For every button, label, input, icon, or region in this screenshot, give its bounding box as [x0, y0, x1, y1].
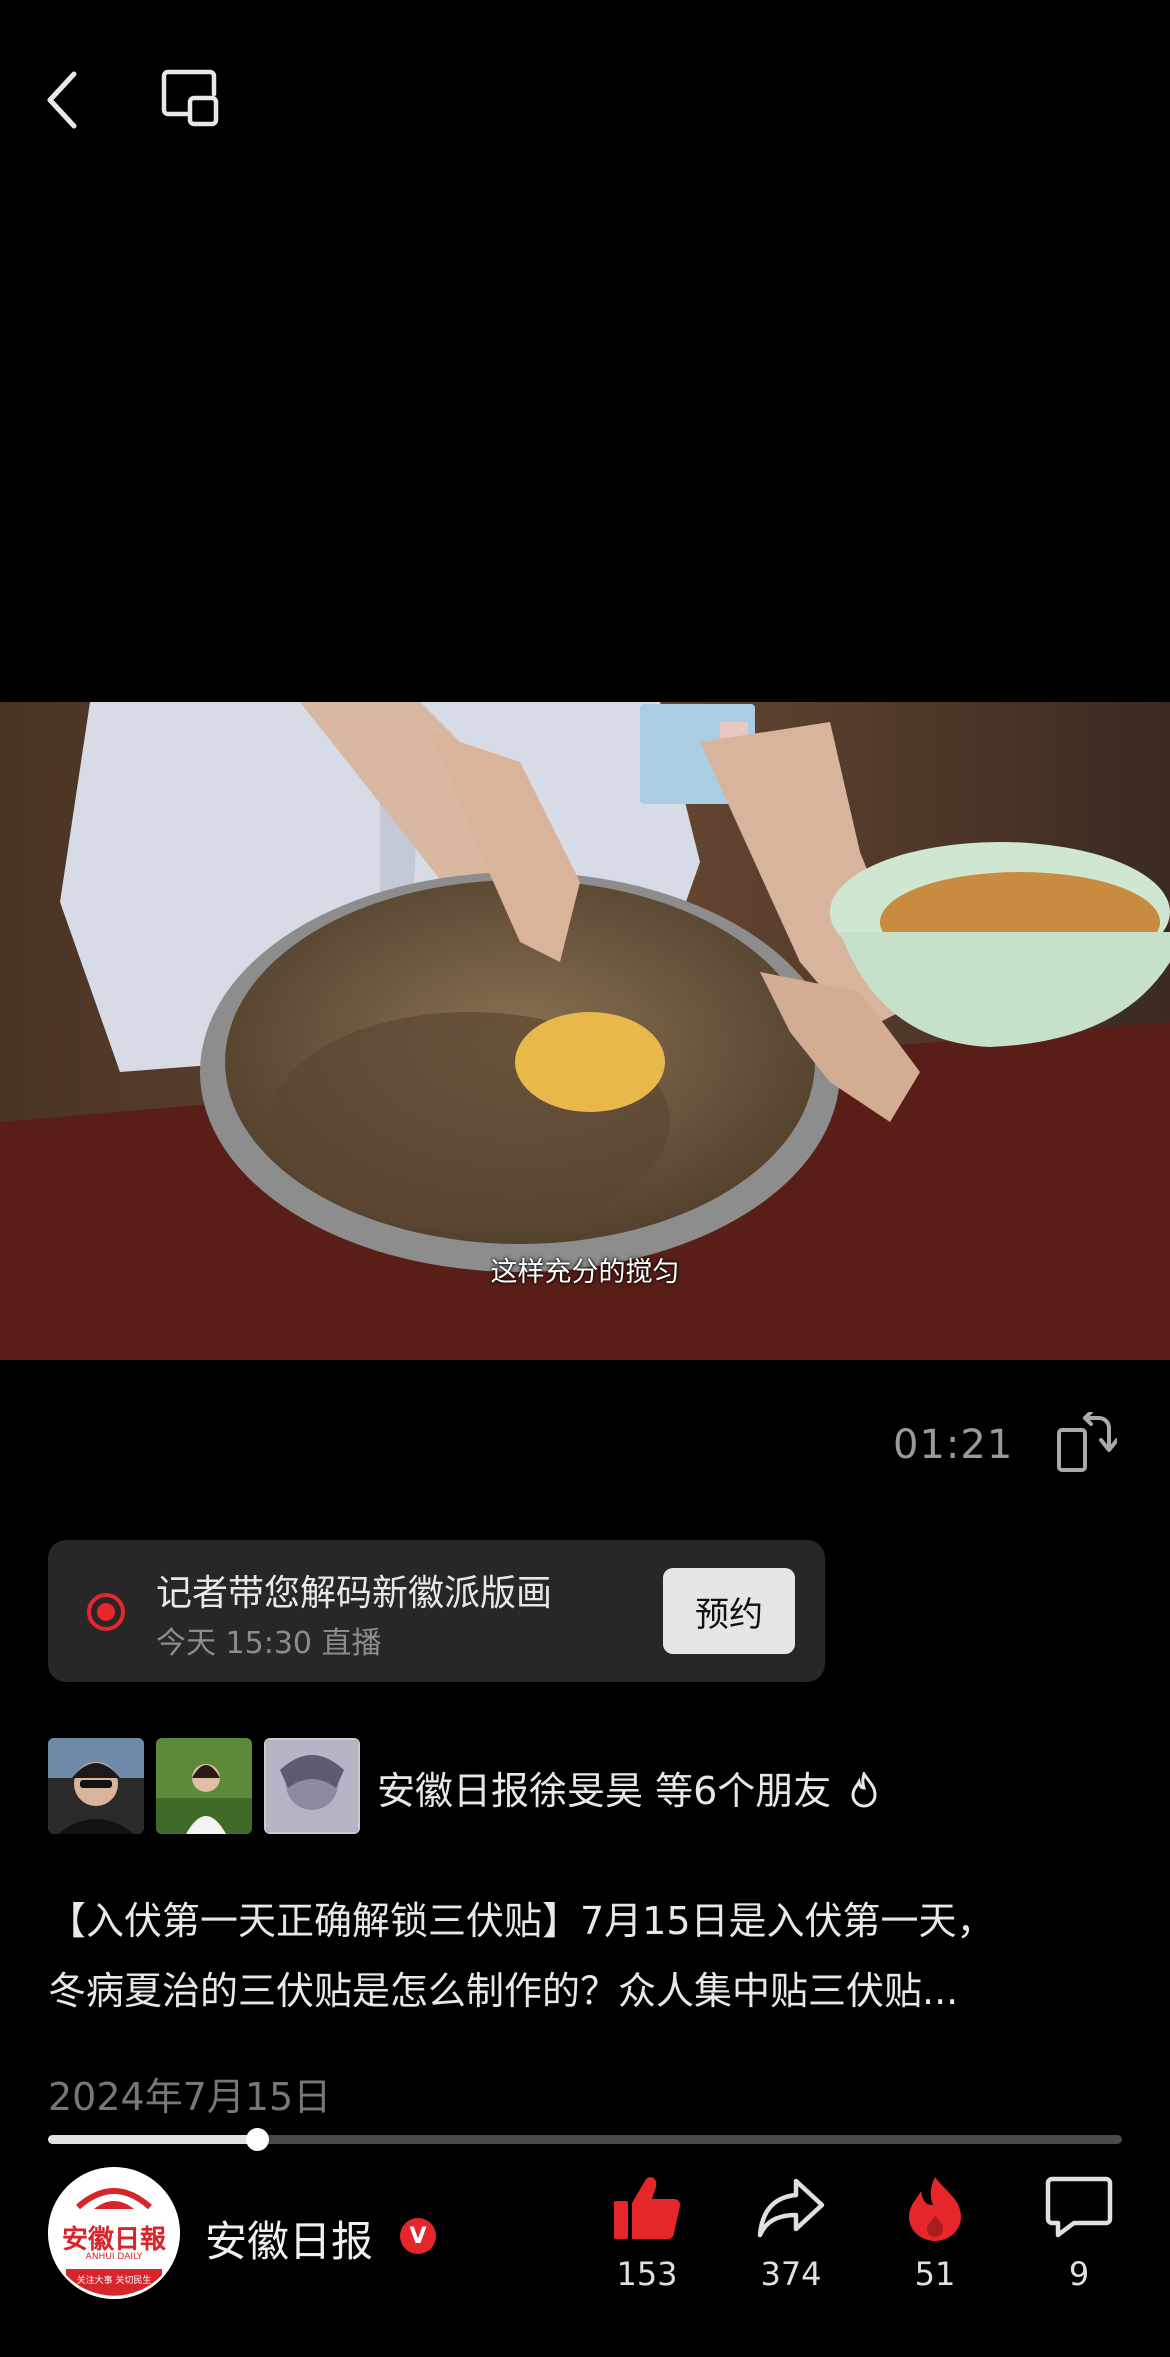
progress-thumb[interactable]: [246, 2128, 269, 2151]
friend-avatar[interactable]: [156, 1738, 252, 1834]
friends-like-info[interactable]: 安徽日报徐旻昊 等6个朋友: [377, 1760, 879, 1815]
like-button[interactable]: 153: [592, 2175, 702, 2293]
hot-count: 51: [914, 2255, 956, 2293]
friends-like-text: 安徽日报徐旻昊 等6个朋友: [377, 1769, 832, 1813]
share-button[interactable]: 374: [736, 2175, 846, 2293]
video-progress-bar[interactable]: [48, 2128, 1122, 2151]
back-button[interactable]: [40, 68, 88, 132]
picture-in-picture-button[interactable]: [160, 68, 224, 132]
logo-text: 安徽日報: [61, 2225, 166, 2255]
comment-count: 9: [1068, 2255, 1090, 2293]
logo-slogan: 关注大事 关切民生: [76, 2276, 152, 2286]
live-record-icon: [87, 1593, 125, 1631]
live-title: 记者带您解码新徽派版画: [156, 1573, 553, 1614]
picture-in-picture-icon: [161, 69, 219, 127]
share-arrow-icon: [757, 2178, 825, 2238]
comment-button[interactable]: 9: [1024, 2175, 1134, 2293]
flame-small-icon: [851, 1770, 877, 1808]
description-line-2: 冬病夏治的三伏贴是怎么制作的？众人集中贴三伏贴...: [48, 1969, 959, 2013]
description-line-1: 【入伏第一天正确解锁三伏贴】7月15日是入伏第一天，: [48, 1899, 995, 1943]
thumbs-up-icon: [614, 2177, 681, 2239]
flame-icon: [909, 2177, 961, 2241]
friend-avatar[interactable]: [264, 1738, 360, 1834]
friend-avatar-image: [48, 1738, 144, 1834]
live-schedule: 今天 15:30 直播: [156, 1626, 382, 1661]
friend-avatar[interactable]: [48, 1738, 144, 1834]
logo-subtext: ANHUI DAILY: [85, 2252, 143, 2262]
comment-bubble-icon: [1045, 2176, 1113, 2238]
reserve-button[interactable]: 预约: [663, 1568, 795, 1654]
rotate-screen-button[interactable]: [1055, 1410, 1119, 1474]
author-name[interactable]: 安徽日报: [205, 2208, 373, 2269]
progress-fill: [48, 2135, 257, 2144]
share-count: 374: [760, 2255, 822, 2293]
like-count: 153: [616, 2255, 678, 2293]
video-description[interactable]: 【入伏第一天正确解锁三伏贴】7月15日是入伏第一天， 冬病夏治的三伏贴是怎么制作…: [48, 1886, 1123, 2026]
rotate-screen-icon: [1057, 1410, 1119, 1472]
verified-badge: V: [400, 2218, 436, 2254]
chevron-left-icon: [47, 71, 77, 129]
author-avatar[interactable]: 安徽日報 ANHUI DAILY 关注大事 关切民生: [48, 2167, 180, 2299]
live-reminder-card[interactable]: 记者带您解码新徽派版画 今天 15:30 直播 预约: [48, 1540, 825, 1682]
hot-button[interactable]: 51: [880, 2175, 990, 2293]
friend-avatar-image: [266, 1740, 358, 1832]
video-subtitle: 这样充分的搅匀: [490, 1257, 680, 1288]
friend-avatar-image: [156, 1738, 252, 1834]
publish-date: 2024年7月15日: [48, 2075, 332, 2119]
video-timestamp: 01:21: [893, 1422, 1014, 1468]
